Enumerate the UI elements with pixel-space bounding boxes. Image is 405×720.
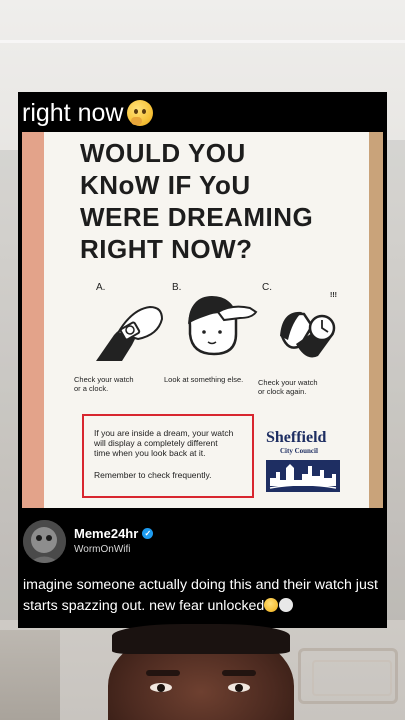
thinking-face-emoji: [127, 100, 154, 126]
person-left-eye: [150, 683, 172, 692]
step-c-label: C.: [262, 282, 272, 293]
poster-left-edge: [22, 132, 44, 508]
council-name: Sheffield: [266, 429, 327, 446]
council-sub: City Council: [280, 447, 318, 455]
poster-title-line: RIGHT NOW?: [80, 234, 253, 264]
person-right-eye: [228, 683, 250, 692]
verified-badge-icon: ✓: [142, 528, 154, 539]
account-avatar[interactable]: [23, 520, 66, 563]
skull-emoji: [279, 598, 294, 612]
sheffield-council-logo: Sheffield City Council: [266, 430, 346, 496]
post-caption: imagine someone actually doing this and …: [23, 575, 383, 617]
step-a-label: A.: [96, 282, 106, 293]
check-watch-again-illustration-icon: [278, 296, 344, 364]
notice-line: time when you look back at it.: [94, 448, 206, 458]
poster-title: WOULD YOU KNoW IF YoU WERE DREAMING RIGH…: [80, 137, 372, 265]
step-a-caption: Check your watch or a clock.: [74, 375, 134, 393]
post-header-text: right now: [22, 98, 124, 127]
check-watch-illustration-icon: [92, 295, 170, 367]
poster-title-line: KNoW IF YoU: [80, 170, 251, 200]
poster-title-line: WOULD YOU: [80, 138, 246, 168]
ceiling-lamp-inner: [312, 660, 392, 696]
background-window: [0, 630, 60, 720]
ceiling-light-strip: [0, 40, 405, 43]
look-away-illustration-icon: [180, 290, 260, 360]
account-name[interactable]: Meme24hr: [74, 526, 138, 541]
sweat-smile-emoji: [264, 598, 279, 612]
account-handle[interactable]: WormOnWifi: [74, 544, 130, 555]
person-left-brow: [146, 670, 180, 676]
person-right-brow: [222, 670, 256, 676]
post-header: right now: [22, 96, 154, 130]
notice-line: will display a completely different: [94, 438, 218, 448]
account-name-row[interactable]: Meme24hr ✓: [74, 526, 154, 541]
ceiling-beam-right: [387, 140, 405, 620]
post-card: right now WOULD YOU KNoW IF YoU WERE DRE…: [18, 92, 387, 628]
city-skyline-icon: [266, 460, 346, 496]
dream-notice-box: If you are inside a dream, your watch wi…: [82, 414, 254, 498]
step-c-caption: Check your watch or clock again.: [258, 378, 318, 396]
notice-reminder: Remember to check frequently.: [94, 470, 212, 480]
caption-text: imagine someone actually doing this and …: [23, 577, 378, 614]
notice-line: If you are inside a dream, your watch: [94, 428, 234, 438]
person-hair: [112, 624, 290, 654]
ceiling-beam: [0, 150, 18, 620]
step-b-caption: Look at something else.: [164, 375, 244, 384]
avatar-image-icon: [23, 520, 66, 563]
poster-title-line: WERE DREAMING: [80, 202, 314, 232]
poster-image: WOULD YOU KNoW IF YoU WERE DREAMING RIGH…: [22, 132, 383, 508]
